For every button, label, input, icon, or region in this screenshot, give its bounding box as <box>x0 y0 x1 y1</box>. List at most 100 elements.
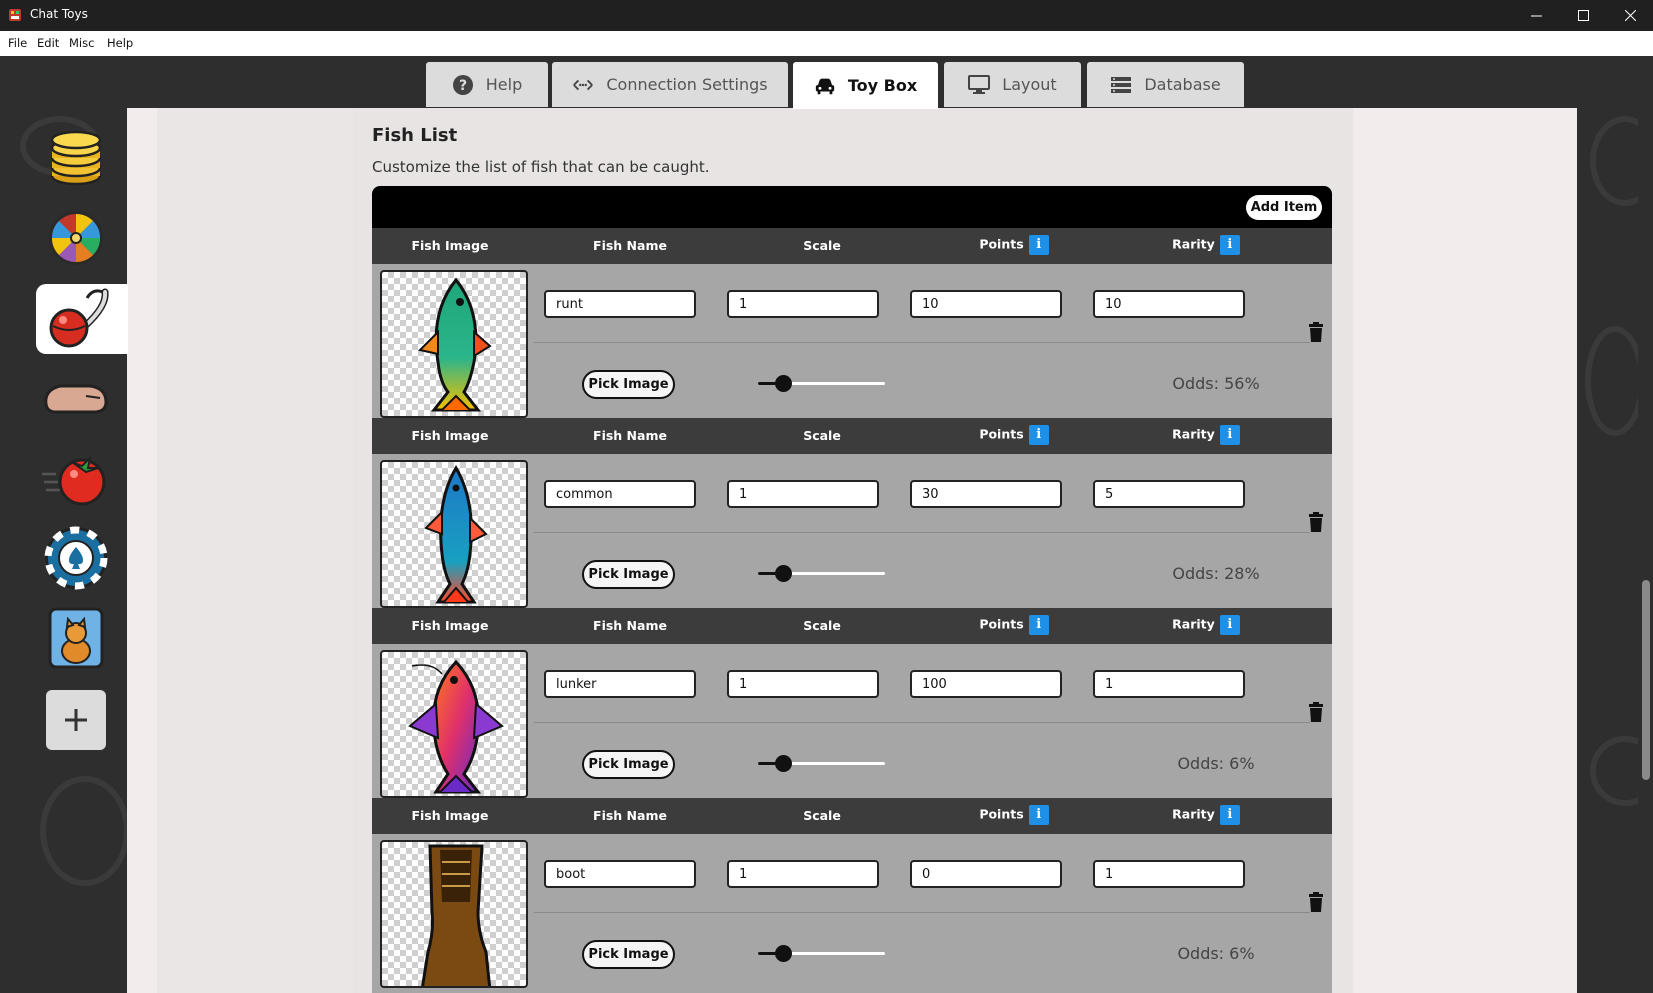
rarity-input[interactable] <box>1093 480 1245 508</box>
points-info-icon[interactable]: i <box>1028 615 1049 635</box>
scale-slider[interactable] <box>758 755 885 772</box>
close-button[interactable] <box>1607 0 1653 31</box>
sidebar-item-hand[interactable] <box>40 364 112 432</box>
trash-icon[interactable] <box>1308 702 1324 722</box>
scale-input[interactable] <box>727 290 879 318</box>
tab-toy-box[interactable]: Toy Box <box>793 62 938 109</box>
minimize-button[interactable] <box>1513 0 1560 31</box>
scale-slider[interactable] <box>758 565 885 582</box>
points-input[interactable] <box>910 860 1062 888</box>
scale-slider-thumb[interactable] <box>775 945 793 962</box>
common-fish-image <box>424 465 488 604</box>
tomato-icon <box>42 454 106 506</box>
menu-edit[interactable]: Edit <box>37 36 59 50</box>
menu-help[interactable]: Help <box>107 36 133 50</box>
fish-row: Fish Image Fish Name Scale Points i Rarit… <box>372 608 1332 808</box>
header-rarity: Rarity i <box>1128 235 1284 255</box>
maximize-button[interactable] <box>1560 0 1607 31</box>
odds-label: Odds: 56% <box>1172 374 1260 393</box>
monitor-icon <box>968 74 991 96</box>
hand-icon <box>44 384 108 414</box>
menu-misc[interactable]: Misc <box>69 36 94 50</box>
pick-image-button[interactable]: Pick Image <box>582 560 675 589</box>
header-fish-image: Fish Image <box>411 238 489 253</box>
rarity-info-icon[interactable]: i <box>1219 425 1240 445</box>
sidebar-add-button[interactable] <box>46 690 106 750</box>
scale-slider-thumb[interactable] <box>775 565 793 582</box>
header-points-label: Points <box>979 616 1024 632</box>
scale-slider[interactable] <box>758 945 885 962</box>
lunker-fish-image <box>408 659 504 794</box>
scale-input[interactable] <box>727 670 879 698</box>
header-fish-name: Fish Name <box>593 238 667 253</box>
sidebar-item-fishing[interactable] <box>36 284 128 354</box>
sidebar-item-tomato[interactable] <box>40 444 112 512</box>
header-points-label: Points <box>979 806 1024 822</box>
tab-connection-settings[interactable]: Connection Settings <box>552 62 788 107</box>
fish-image[interactable] <box>380 460 528 608</box>
fish-image[interactable] <box>380 650 528 798</box>
rarity-info-icon[interactable]: i <box>1219 805 1240 825</box>
pick-image-button[interactable]: Pick Image <box>582 940 675 969</box>
tab-layout[interactable]: Layout <box>944 62 1081 107</box>
add-item-button[interactable]: Add Item <box>1246 195 1322 220</box>
header-rarity-label: Rarity <box>1172 616 1215 632</box>
points-input[interactable] <box>910 480 1062 508</box>
maximize-icon <box>1578 10 1589 21</box>
points-info-icon[interactable]: i <box>1028 805 1049 825</box>
menu-file[interactable]: File <box>8 36 27 50</box>
points-info-icon[interactable]: i <box>1028 425 1049 445</box>
header-fish-image: Fish Image <box>411 618 489 633</box>
tab-database[interactable]: Database <box>1087 62 1244 107</box>
points-input[interactable] <box>910 670 1062 698</box>
tab-database-label: Database <box>1144 75 1221 94</box>
header-fish-image: Fish Image <box>411 808 489 823</box>
header-points-label: Points <box>979 236 1024 252</box>
scale-input[interactable] <box>727 480 879 508</box>
scale-slider-thumb[interactable] <box>775 375 793 392</box>
rarity-input[interactable] <box>1093 670 1245 698</box>
fish-name-input[interactable] <box>544 860 696 888</box>
sidebar-item-coins[interactable] <box>40 124 112 192</box>
pick-image-button[interactable]: Pick Image <box>582 370 675 399</box>
scale-slider[interactable] <box>758 375 885 392</box>
trash-icon[interactable] <box>1308 322 1324 342</box>
scrollbar-thumb[interactable] <box>1642 580 1650 780</box>
sidebar-item-wheel[interactable] <box>40 204 112 272</box>
scale-slider-thumb[interactable] <box>775 755 793 772</box>
fish-name-input[interactable] <box>544 480 696 508</box>
trash-icon[interactable] <box>1308 892 1324 912</box>
tab-help[interactable]: ? Help <box>426 62 548 107</box>
rarity-info-icon[interactable]: i <box>1219 615 1240 635</box>
scrollbar-track[interactable] <box>1638 56 1653 993</box>
app-logo-icon <box>9 9 21 21</box>
window-title: Chat Toys <box>30 7 88 21</box>
fish-name-input[interactable] <box>544 670 696 698</box>
fish-image[interactable] <box>380 270 528 418</box>
odds-label: Odds: 28% <box>1172 564 1260 583</box>
pick-image-button[interactable]: Pick Image <box>582 750 675 779</box>
car-icon <box>814 75 836 97</box>
rarity-input[interactable] <box>1093 290 1245 318</box>
rarity-info-icon[interactable]: i <box>1219 235 1240 255</box>
fish-row: Fish Image Fish Name Scale Points i Rarit… <box>372 798 1332 993</box>
fish-name-input[interactable] <box>544 290 696 318</box>
header-points-label: Points <box>979 426 1024 442</box>
scale-input[interactable] <box>727 860 879 888</box>
question-circle-icon: ? <box>452 74 474 96</box>
trash-icon[interactable] <box>1308 512 1324 532</box>
fish-row-header: Fish Image Fish Name Scale Points i Rarit… <box>372 608 1332 644</box>
header-scale: Scale <box>803 618 841 633</box>
fish-row: Fish Image Fish Name Scale Points i Rarit… <box>372 418 1332 618</box>
header-points: Points i <box>936 235 1092 255</box>
fish-image[interactable] <box>380 840 528 988</box>
tab-layout-label: Layout <box>1002 75 1057 94</box>
tab-help-label: Help <box>485 75 523 94</box>
fish-row-body: Pick Image Odds: 28% <box>372 454 1332 618</box>
points-input[interactable] <box>910 290 1062 318</box>
rarity-input[interactable] <box>1093 860 1245 888</box>
sidebar-item-poker-chip[interactable] <box>40 524 112 592</box>
points-info-icon[interactable]: i <box>1028 235 1049 255</box>
header-scale: Scale <box>803 428 841 443</box>
sidebar-item-cat[interactable] <box>40 604 112 672</box>
